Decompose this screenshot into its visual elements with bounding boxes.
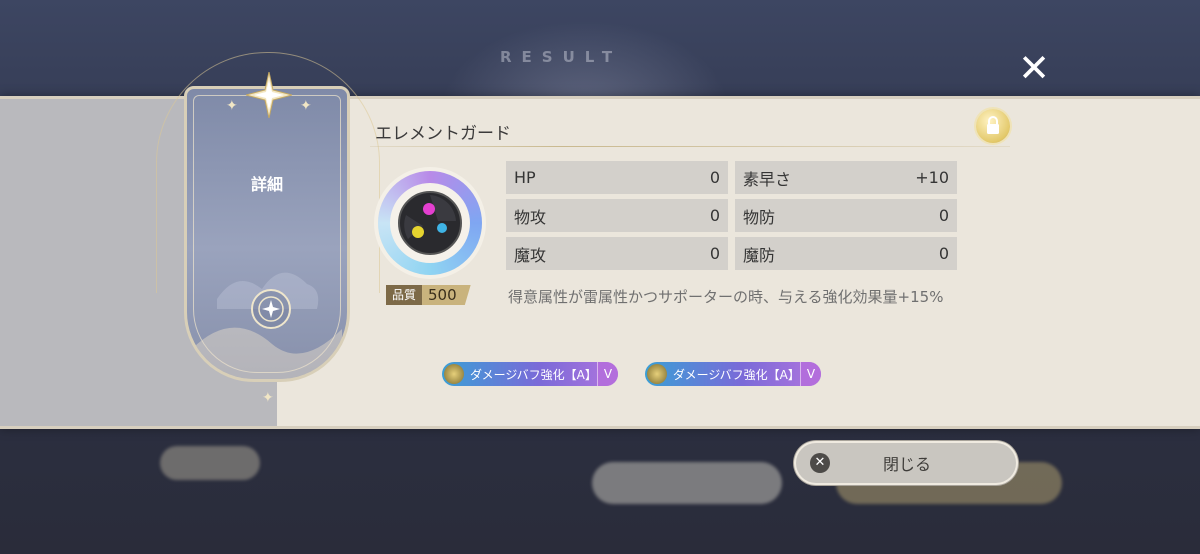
stat-value: 0	[709, 206, 720, 225]
skill-chip[interactable]: ダメージバフ強化【A】 V	[442, 362, 618, 386]
effect-description: 得意属性が雷属性かつサポーターの時、与える強化効果量+15%	[508, 288, 944, 306]
skill-up-icon	[647, 364, 667, 384]
quality-value: 500	[422, 285, 471, 305]
stat-value: 0	[709, 168, 720, 187]
card-title: 詳細	[250, 175, 283, 194]
stat-value: 0	[709, 244, 720, 263]
stat-physical-defense: 物防 0	[735, 199, 957, 232]
sparkle-icon: ✦	[262, 390, 274, 406]
stat-label: HP	[514, 168, 536, 187]
sparkle-icon: ✦	[226, 98, 238, 114]
stat-magic-defense: 魔防 0	[735, 237, 957, 270]
skill-label: ダメージバフ強化【A】	[470, 367, 597, 382]
stat-value: 0	[938, 206, 949, 225]
item-name: エレメントガード	[375, 124, 511, 144]
stat-speed: 素早さ +10	[735, 161, 957, 194]
lock-glyph	[987, 116, 999, 134]
skill-label: ダメージバフ強化【A】	[673, 367, 800, 382]
close-icon: ✕	[810, 453, 830, 473]
stat-hp: HP 0	[506, 161, 728, 194]
star-emblem-icon	[246, 72, 292, 118]
background-result-title: RESULT	[500, 48, 623, 66]
stat-label: 物攻	[514, 207, 547, 227]
skill-chip[interactable]: ダメージバフ強化【A】 V	[645, 362, 821, 386]
close-button-label: 閉じる	[882, 455, 931, 474]
stat-value: 0	[938, 244, 949, 263]
stat-magic-attack: 魔攻 0	[506, 237, 728, 270]
moon-emblem-icon	[251, 289, 291, 329]
quality-label: 品質	[386, 285, 423, 305]
background-button-left	[160, 446, 260, 480]
dismiss-close-icon[interactable]: ✕	[1014, 48, 1054, 88]
sparkle-icon: ✦	[300, 98, 312, 114]
stat-label: 魔防	[743, 245, 776, 265]
element-guard-icon	[378, 171, 482, 275]
stat-label: 素早さ	[743, 169, 792, 189]
stat-label: 物防	[743, 207, 776, 227]
detail-card: 詳細	[184, 86, 350, 382]
stat-physical-attack: 物攻 0	[506, 199, 728, 232]
name-divider	[370, 146, 1010, 147]
stat-label: 魔攻	[514, 245, 547, 265]
quality-badge: 品質 500	[386, 285, 471, 305]
stat-value: +10	[915, 168, 949, 187]
lock-icon[interactable]	[976, 109, 1010, 143]
accessory-orb	[390, 183, 470, 263]
close-button[interactable]: ✕ 閉じる	[794, 441, 1018, 485]
skill-up-icon	[444, 364, 464, 384]
background-button-mid	[592, 462, 782, 504]
